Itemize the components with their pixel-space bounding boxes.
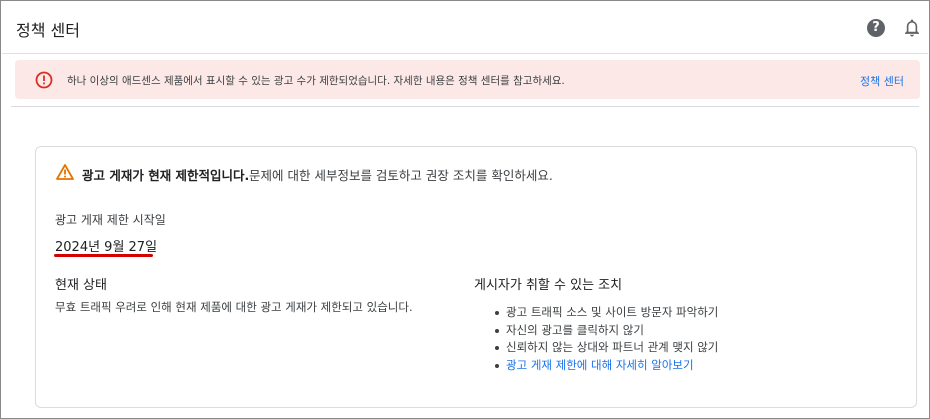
page-title: 정책 센터 [16,21,80,40]
start-date-label: 광고 게재 제한 시작일 [55,213,166,227]
current-status-text: 무효 트래픽 우려로 인해 현재 제품에 대한 광고 게재가 제한되고 있습니다… [55,300,413,314]
action-item: 광고 트래픽 소스 및 사이트 방문자 파악하기 [474,304,718,322]
help-icon[interactable]: ? [867,19,885,37]
action-item: 신뢰하지 않는 상대와 파트너 관계 맺지 않기 [474,339,718,357]
warning-headline: 광고 게재가 현재 제한적입니다. [82,168,250,183]
error-circle-icon [35,71,53,89]
publisher-actions-list: 광고 트래픽 소스 및 사이트 방문자 파악하기 자신의 광고를 클릭하지 않기… [474,304,718,374]
warning-description: 문제에 대한 세부정보를 검토하고 권장 조치를 확인하세요. [249,168,553,183]
notifications-bell-icon[interactable] [903,18,921,38]
divider [11,106,919,107]
current-status-title: 현재 상태 [55,278,107,293]
limit-alert-banner: 하나 이상의 애드센스 제품에서 표시할 수 있는 광고 수가 제한되었습니다.… [15,60,920,99]
ad-serving-status-card: 광고 게재가 현재 제한적입니다. 문제에 대한 세부정보를 검토하고 권장 조… [35,146,917,408]
top-header: 정책 센터 ? [2,2,928,54]
policy-center-window: 정책 센터 ? 하나 이상의 애드센스 제품에서 표시할 수 있는 광고 수가 … [0,0,930,419]
learn-more-link[interactable]: 광고 게재 제한에 대해 자세히 알아보기 [506,358,694,372]
start-date-value: 2024년 9월 27일 [55,240,158,255]
action-item-link[interactable]: 광고 게재 제한에 대해 자세히 알아보기 [474,357,718,375]
publisher-actions-title: 게시자가 취할 수 있는 조치 [474,278,623,293]
red-underline-annotation [54,254,153,257]
policy-center-link[interactable]: 정책 센터 [860,73,904,89]
warning-triangle-icon [56,164,74,180]
alert-message: 하나 이상의 애드센스 제품에서 표시할 수 있는 광고 수가 제한되었습니다.… [67,75,565,87]
action-item: 자신의 광고를 클릭하지 않기 [474,322,718,340]
